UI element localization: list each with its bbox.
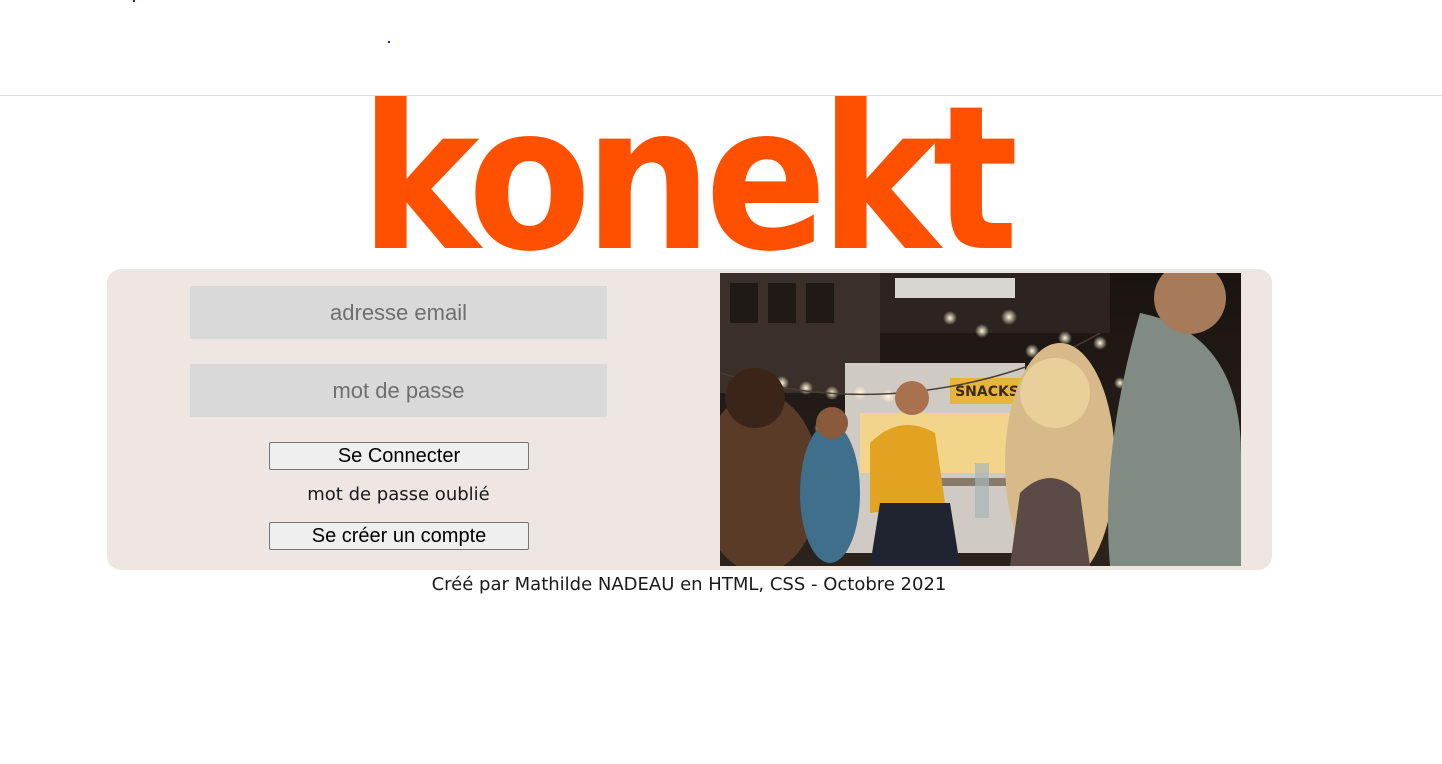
- footer-credit: Créé par Mathilde NADEAU en HTML, CSS - …: [431, 574, 947, 595]
- login-panel: Se Connecter mot de passe oublié Se crée…: [107, 269, 1272, 570]
- forgot-password-link[interactable]: mot de passe oublié: [190, 484, 607, 505]
- top-header-area: [0, 0, 1442, 95]
- signup-button[interactable]: Se créer un compte: [269, 522, 529, 550]
- stray-dot: [388, 41, 390, 43]
- brand-logo-text: konekt: [360, 95, 1019, 265]
- brand-logo: konekt: [360, 95, 1020, 265]
- party-photo: SNACKS: [720, 273, 1241, 566]
- party-photo-illustration: SNACKS: [720, 273, 1241, 566]
- email-field[interactable]: [190, 286, 607, 339]
- stray-dot: [133, 0, 135, 2]
- login-button[interactable]: Se Connecter: [269, 442, 529, 470]
- password-field[interactable]: [190, 364, 607, 417]
- snacks-sign-text: SNACKS: [955, 384, 1019, 400]
